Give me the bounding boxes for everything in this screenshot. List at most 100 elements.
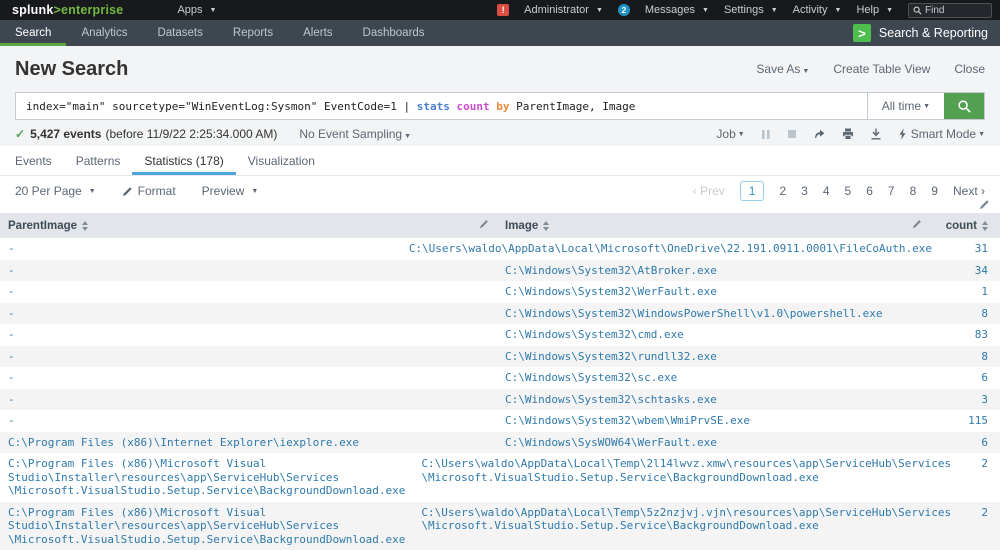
close-button[interactable]: Close bbox=[954, 62, 985, 76]
cell-image[interactable]: C:\Windows\System32\schtasks.exe bbox=[497, 389, 930, 411]
table-row: C:\Program Files (x86)\Microsoft Visual … bbox=[0, 502, 1000, 550]
cell-count[interactable]: 31 bbox=[940, 238, 1000, 260]
cell-parentimage[interactable]: - bbox=[0, 410, 497, 432]
page-button-5[interactable]: 5 bbox=[845, 184, 852, 198]
messages-menu[interactable]: Messages▼ bbox=[645, 4, 709, 16]
page-button-4[interactable]: 4 bbox=[823, 184, 830, 198]
splunk-logo: splunk>enterprise bbox=[12, 3, 123, 17]
cell-image[interactable]: C:\Users\waldo\AppData\Local\Temp\2l14lw… bbox=[413, 453, 959, 488]
user-menu[interactable]: Administrator▼ bbox=[524, 4, 603, 16]
pause-button[interactable] bbox=[761, 129, 771, 140]
find-input[interactable] bbox=[925, 5, 985, 16]
page-button-2[interactable]: 2 bbox=[779, 184, 786, 198]
cell-count[interactable]: 2 bbox=[959, 453, 1000, 475]
search-button[interactable] bbox=[944, 93, 984, 119]
event-count-time: (before 11/9/22 2:25:34.000 AM) bbox=[105, 127, 277, 141]
page-button-8[interactable]: 8 bbox=[910, 184, 917, 198]
result-tab-events[interactable]: Events bbox=[3, 146, 64, 175]
table-row: C:\Program Files (x86)\Microsoft Visual … bbox=[0, 453, 1000, 502]
cell-parentimage[interactable]: - bbox=[0, 346, 497, 368]
app-nav-tab-reports[interactable]: Reports bbox=[218, 20, 288, 46]
column-header-image[interactable]: Image bbox=[497, 219, 930, 232]
job-menu[interactable]: Job▼ bbox=[716, 127, 744, 141]
cell-image[interactable]: C:\Windows\System32\rundll32.exe bbox=[497, 346, 930, 368]
next-page-button[interactable]: Next › bbox=[953, 184, 985, 198]
cell-image[interactable]: C:\Windows\System32\WerFault.exe bbox=[497, 281, 930, 303]
cell-count[interactable]: 115 bbox=[930, 410, 1000, 432]
search-mode-menu[interactable]: Smart Mode▼ bbox=[898, 127, 985, 141]
page-button-9[interactable]: 9 bbox=[931, 184, 938, 198]
settings-menu[interactable]: Settings▼ bbox=[724, 4, 778, 16]
query-token bbox=[490, 100, 497, 113]
cell-parentimage[interactable]: - bbox=[0, 260, 497, 282]
cell-count[interactable]: 8 bbox=[930, 346, 1000, 368]
app-nav-tab-datasets[interactable]: Datasets bbox=[142, 20, 217, 46]
cell-image[interactable]: C:\Users\waldo\AppData\Local\Temp\5z2nzj… bbox=[413, 502, 959, 537]
cell-image[interactable]: C:\Users\waldo\AppData\Local\Microsoft\O… bbox=[401, 238, 940, 260]
edit-column-pencil-icon[interactable] bbox=[479, 219, 489, 232]
print-button[interactable] bbox=[842, 128, 854, 140]
prev-page-button[interactable]: ‹ Prev bbox=[693, 184, 725, 198]
app-nav-tab-dashboards[interactable]: Dashboards bbox=[348, 20, 440, 46]
edit-column-pencil-icon[interactable] bbox=[912, 219, 922, 232]
apps-menu[interactable]: Apps▼ bbox=[177, 4, 216, 16]
cell-parentimage[interactable]: - bbox=[0, 281, 497, 303]
per-page-menu[interactable]: 20 Per Page▼ bbox=[15, 184, 96, 198]
app-nav-tab-alerts[interactable]: Alerts bbox=[288, 20, 347, 46]
cell-parentimage[interactable]: - bbox=[0, 303, 497, 325]
alert-badge[interactable]: ! bbox=[497, 4, 509, 16]
cell-image[interactable]: C:\Windows\SysWOW64\WerFault.exe bbox=[497, 432, 930, 454]
export-button[interactable] bbox=[870, 128, 882, 140]
cell-count[interactable]: 3 bbox=[930, 389, 1000, 411]
page-button-7[interactable]: 7 bbox=[888, 184, 895, 198]
share-button[interactable] bbox=[813, 128, 826, 140]
find-box[interactable] bbox=[908, 3, 992, 18]
cell-parentimage[interactable]: C:\Program Files (x86)\Microsoft Visual … bbox=[0, 502, 413, 550]
format-menu[interactable]: Format bbox=[122, 184, 176, 198]
preview-menu[interactable]: Preview▼ bbox=[202, 184, 259, 198]
cell-parentimage[interactable]: - bbox=[0, 367, 497, 389]
save-as-button[interactable]: Save As▼ bbox=[756, 62, 809, 76]
cell-count[interactable]: 2 bbox=[959, 502, 1000, 524]
result-tab-patterns[interactable]: Patterns bbox=[64, 146, 133, 175]
cell-count[interactable]: 6 bbox=[930, 367, 1000, 389]
sort-icon[interactable] bbox=[82, 221, 88, 231]
cell-image[interactable]: C:\Windows\System32\AtBroker.exe bbox=[497, 260, 930, 282]
cell-image[interactable]: C:\Windows\System32\WindowsPowerShell\v1… bbox=[497, 303, 930, 325]
cell-parentimage[interactable]: C:\Program Files (x86)\Internet Explorer… bbox=[0, 432, 497, 454]
stop-button[interactable] bbox=[787, 129, 797, 139]
create-table-view-button[interactable]: Create Table View bbox=[833, 62, 930, 76]
cell-count[interactable]: 34 bbox=[930, 260, 1000, 282]
column-header-count[interactable]: count bbox=[930, 220, 1000, 232]
cell-parentimage[interactable]: - bbox=[0, 324, 497, 346]
cell-image[interactable]: C:\Windows\System32\sc.exe bbox=[497, 367, 930, 389]
column-header-parentimage[interactable]: ParentImage bbox=[0, 219, 497, 232]
help-menu[interactable]: Help▼ bbox=[856, 4, 893, 16]
app-nav-tab-search[interactable]: Search bbox=[0, 20, 66, 46]
result-tab-statistics[interactable]: Statistics (178) bbox=[132, 146, 235, 175]
cell-parentimage[interactable]: - bbox=[0, 238, 401, 260]
app-nav-tab-analytics[interactable]: Analytics bbox=[66, 20, 142, 46]
chevron-down-icon: ▼ bbox=[835, 7, 842, 14]
cell-count[interactable]: 8 bbox=[930, 303, 1000, 325]
activity-menu[interactable]: Activity▼ bbox=[793, 4, 842, 16]
time-range-picker[interactable]: All time▼ bbox=[867, 93, 944, 119]
cell-image[interactable]: C:\Windows\System32\cmd.exe bbox=[497, 324, 930, 346]
page-button-6[interactable]: 6 bbox=[866, 184, 873, 198]
cell-parentimage[interactable]: C:\Program Files (x86)\Microsoft Visual … bbox=[0, 453, 413, 502]
result-tab-visualization[interactable]: Visualization bbox=[236, 146, 327, 175]
job-menu-label: Job bbox=[716, 127, 735, 141]
app-name[interactable]: Search & Reporting bbox=[879, 26, 988, 40]
cell-image[interactable]: C:\Windows\System32\wbem\WmiPrvSE.exe bbox=[497, 410, 930, 432]
cell-parentimage[interactable]: - bbox=[0, 389, 497, 411]
search-query-input[interactable]: index="main" sourcetype="WinEventLog:Sys… bbox=[16, 93, 867, 119]
sort-icon[interactable] bbox=[543, 221, 549, 231]
cell-count[interactable]: 83 bbox=[930, 324, 1000, 346]
edit-table-pencil-icon[interactable] bbox=[979, 197, 990, 215]
sort-icon[interactable] bbox=[982, 221, 988, 231]
cell-count[interactable]: 1 bbox=[930, 281, 1000, 303]
page-button-1[interactable]: 1 bbox=[740, 181, 765, 201]
page-button-3[interactable]: 3 bbox=[801, 184, 808, 198]
cell-count[interactable]: 6 bbox=[930, 432, 1000, 454]
event-sampling-menu[interactable]: No Event Sampling▼ bbox=[299, 127, 411, 141]
